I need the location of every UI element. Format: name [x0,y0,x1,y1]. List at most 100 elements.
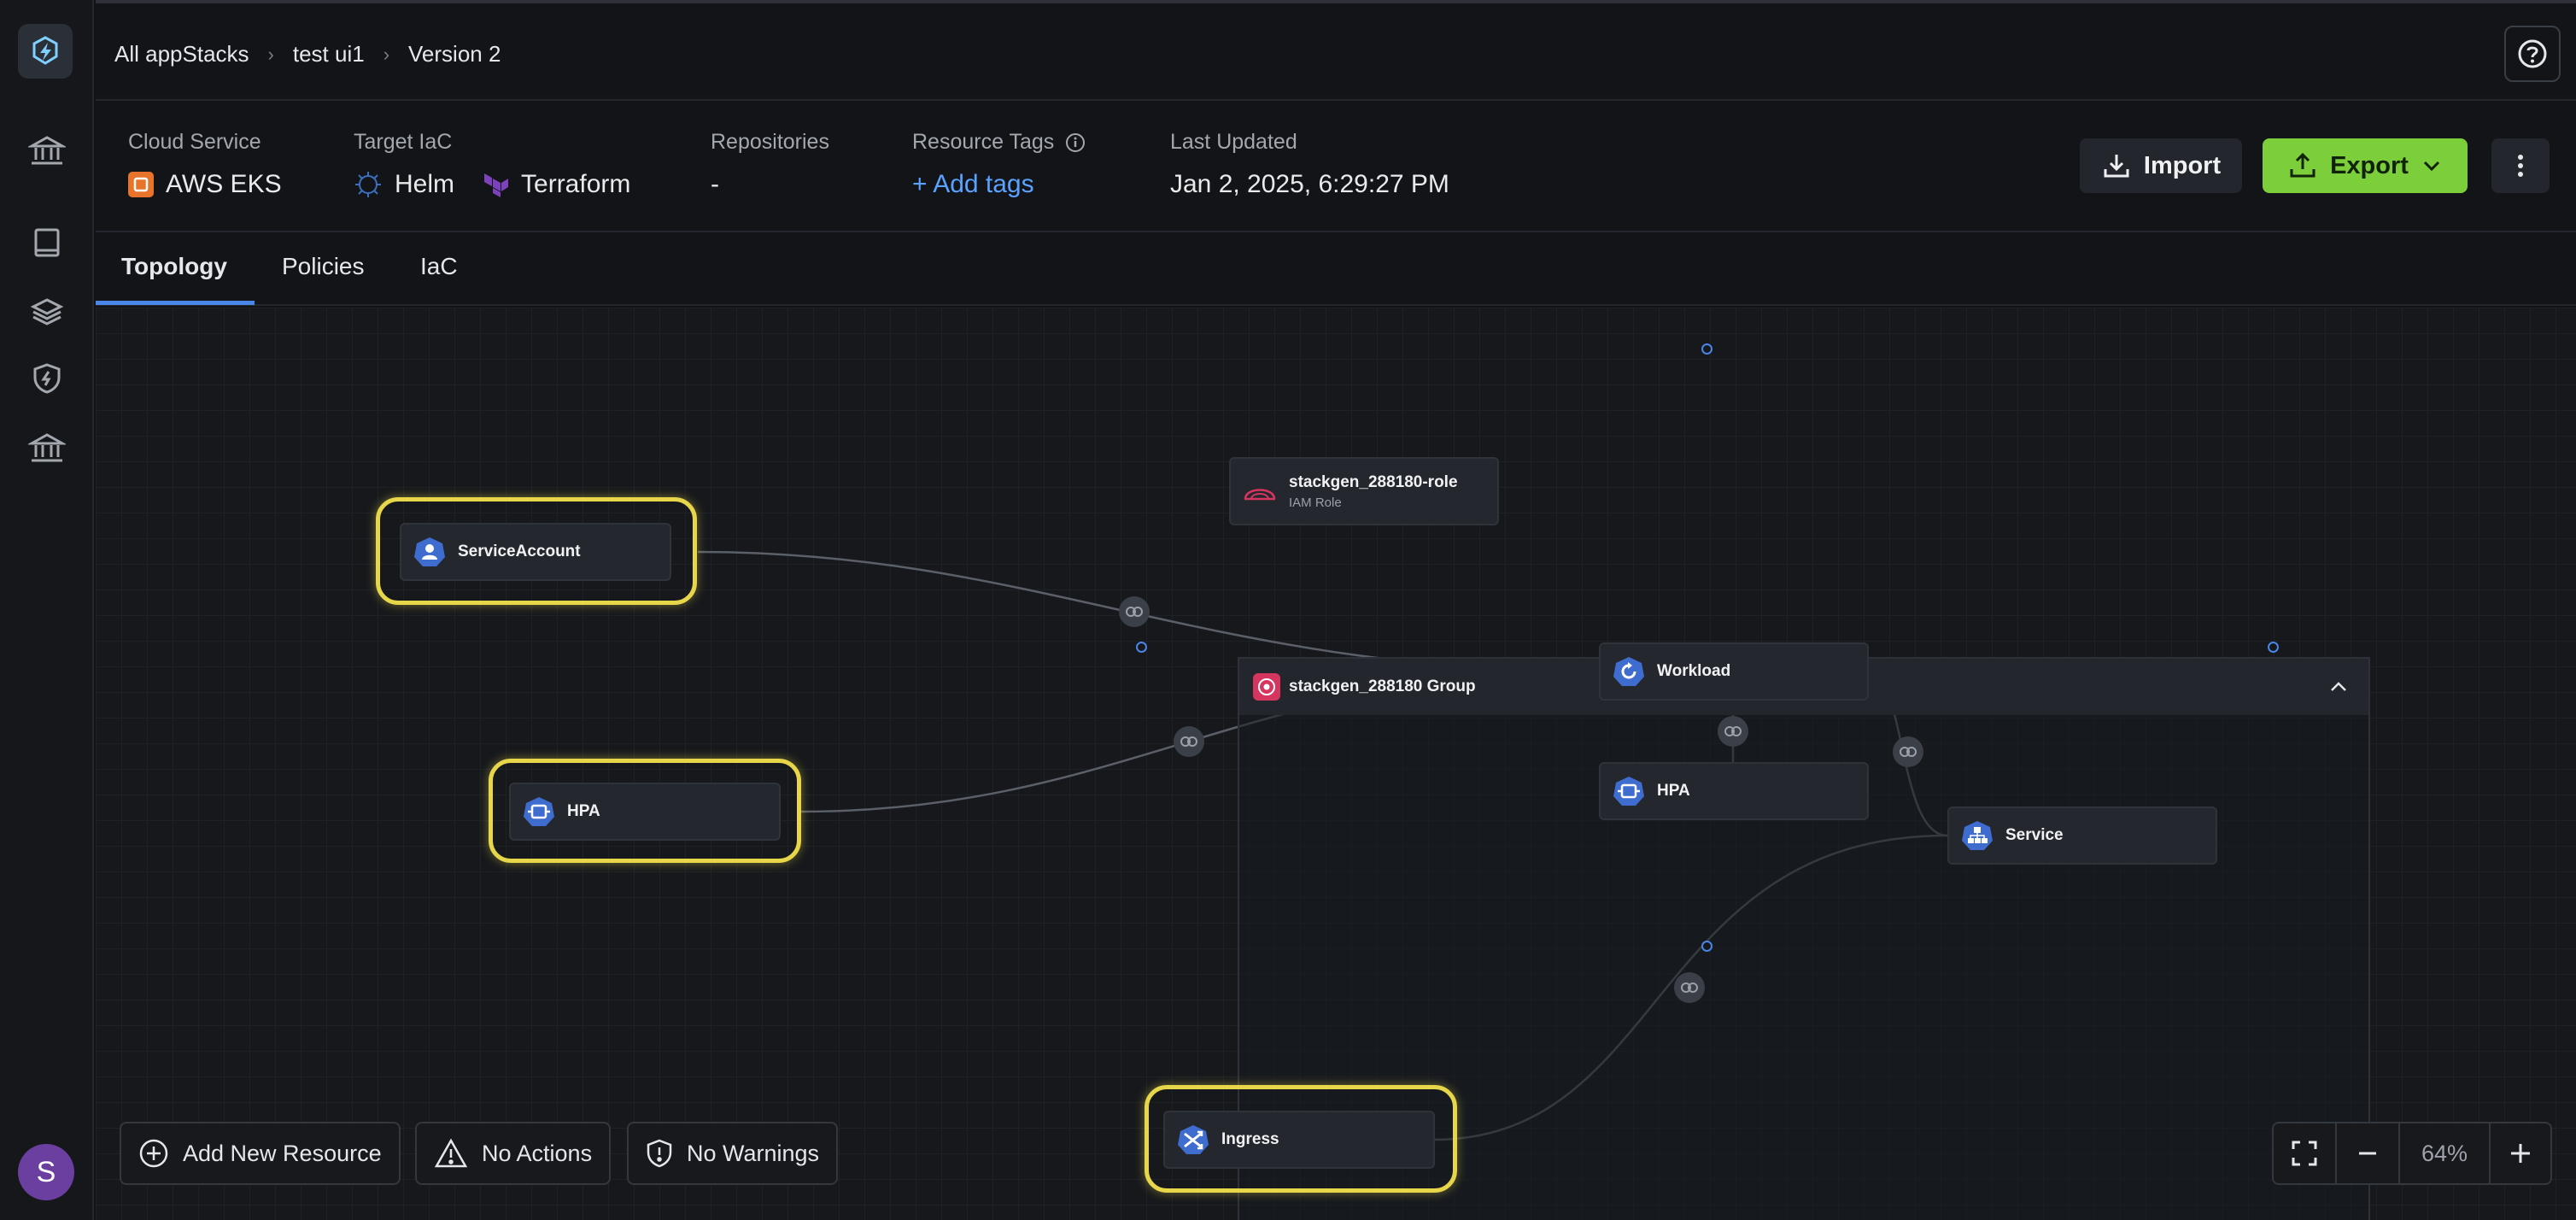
breadcrumb: All appStacks › test ui1 › Version 2 [114,41,501,67]
link-icon[interactable] [1674,972,1705,1003]
terraform-icon [484,173,509,197]
node-iam-role[interactable]: stackgen_288180-role IAM Role [1229,457,1499,525]
target-iac: Target IaC Helm Terraform [354,130,630,199]
group-handle-top[interactable] [1701,343,1712,355]
tab-policies[interactable]: Policies [282,253,364,280]
help-icon [2518,39,2547,68]
kubernetes-workload-icon [1613,657,1644,686]
user-avatar[interactable]: S [18,1144,74,1200]
add-new-resource-button[interactable]: Add New Resource [120,1122,401,1185]
iam-role-label: stackgen_288180-role [1289,472,1458,491]
last-updated-label: Last Updated [1170,130,1297,154]
add-tags-link[interactable]: + Add tags [912,170,1086,199]
no-warnings-label: No Warnings [687,1140,820,1166]
chevron-up-icon[interactable] [2327,676,2350,698]
repositories-label: Repositories [711,130,829,154]
node-serviceaccount[interactable]: ServiceAccount [400,523,671,581]
no-warnings-button[interactable]: No Warnings [627,1122,839,1185]
no-actions-button[interactable]: No Actions [415,1122,612,1185]
node-service[interactable]: Service [1947,806,2217,865]
chevron-right-icon: › [383,43,390,65]
group-handle-bottom[interactable] [1701,941,1712,952]
more-options-button[interactable] [2491,138,2550,193]
tab-iac[interactable]: IaC [420,253,458,280]
node-ingress[interactable]: Ingress [1163,1111,1435,1169]
breadcrumb-test-ui1[interactable]: test ui1 [293,41,365,67]
kebab-menu-icon [2518,155,2523,177]
book-icon[interactable] [26,222,68,265]
target-iac-label: Target IaC [354,130,453,154]
iam-role-icon [1244,489,1276,501]
import-label: Import [2143,151,2222,179]
info-icon[interactable] [1064,132,1086,154]
fullscreen-icon [2292,1141,2317,1166]
cloud-service-label: Cloud Service [128,130,261,154]
group-title: stackgen_288180 Group [1289,677,1476,695]
breadcrumb-version: Version 2 [408,41,501,67]
group-handle-right[interactable] [2268,642,2279,653]
no-actions-label: No Actions [482,1140,593,1166]
layers-icon[interactable] [26,290,68,333]
link-icon[interactable] [1174,726,1204,757]
appstack-info-bar: Cloud Service AWS EKS Target IaC Helm Te… [96,101,2576,232]
hpa-inner-label: HPA [1657,782,1690,800]
topology-canvas[interactable]: stackgen_288180 Group stackgen_288180-ro… [96,308,2576,1220]
download-icon [2104,155,2129,178]
last-updated: Last Updated Jan 2, 2025, 6:29:27 PM [1170,130,1449,199]
chevron-right-icon: › [267,43,274,65]
zoom-controls: 64% [2272,1122,2552,1185]
iam-role-type: IAM Role [1289,495,1342,510]
cloud-service-value: AWS EKS [166,170,282,198]
zoom-out-button[interactable] [2337,1123,2400,1183]
repositories: Repositories - [711,130,829,199]
export-label: Export [2330,151,2409,179]
minus-icon [2359,1152,2376,1155]
kubernetes-ingress-icon [1178,1125,1209,1154]
warning-triangle-icon [434,1138,468,1168]
app-logo-icon[interactable] [18,24,73,79]
bank-icon[interactable] [26,130,68,173]
resource-tags-label: Resource Tags [912,130,1055,154]
helm-icon [355,172,381,197]
link-icon[interactable] [1718,716,1748,747]
breadcrumb-all-appstacks[interactable]: All appStacks [114,41,249,67]
group-icon [1253,673,1280,701]
tab-bar: Topology Policies IaC [96,232,2576,306]
node-hpa[interactable]: HPA [509,783,781,841]
import-button[interactable]: Import [2080,138,2242,193]
hpa-label: HPA [567,802,600,820]
link-icon[interactable] [1893,736,1923,767]
kubernetes-hpa-icon [1613,777,1644,806]
zoom-in-button[interactable] [2491,1123,2550,1183]
group-handle-left[interactable] [1136,642,1147,653]
resource-tags: Resource Tags + Add tags [912,130,1086,199]
shield-bolt-icon[interactable] [26,357,68,400]
target-iac-helm: Helm [395,170,455,198]
bank-icon[interactable] [26,427,68,470]
tab-topology[interactable]: Topology [121,253,227,280]
upload-icon [2290,152,2315,178]
zoom-level: 64% [2400,1123,2491,1183]
export-button[interactable]: Export [2263,138,2468,193]
node-workload[interactable]: Workload [1599,642,1869,701]
repositories-value: - [711,170,719,198]
plus-icon [2511,1144,2530,1163]
kubernetes-hpa-icon [524,797,554,826]
node-hpa-inner[interactable]: HPA [1599,762,1869,820]
help-button[interactable] [2504,26,2561,82]
add-new-resource-label: Add New Resource [183,1140,382,1166]
target-iac-terraform: Terraform [521,170,631,198]
fit-view-button[interactable] [2274,1123,2337,1183]
service-label: Service [2005,826,2064,844]
ingress-label: Ingress [1221,1130,1279,1148]
shield-alert-icon [647,1139,672,1168]
workload-label: Workload [1657,662,1731,680]
kubernetes-serviceaccount-icon [414,537,445,566]
cloud-service: Cloud Service AWS EKS [128,130,282,199]
top-bar: All appStacks › test ui1 › Version 2 [96,0,2576,101]
sidebar: S [0,0,94,1220]
chevron-down-icon [2423,161,2439,172]
kubernetes-service-icon [1962,821,1993,850]
link-icon[interactable] [1119,596,1150,627]
active-tab-indicator [96,301,255,305]
